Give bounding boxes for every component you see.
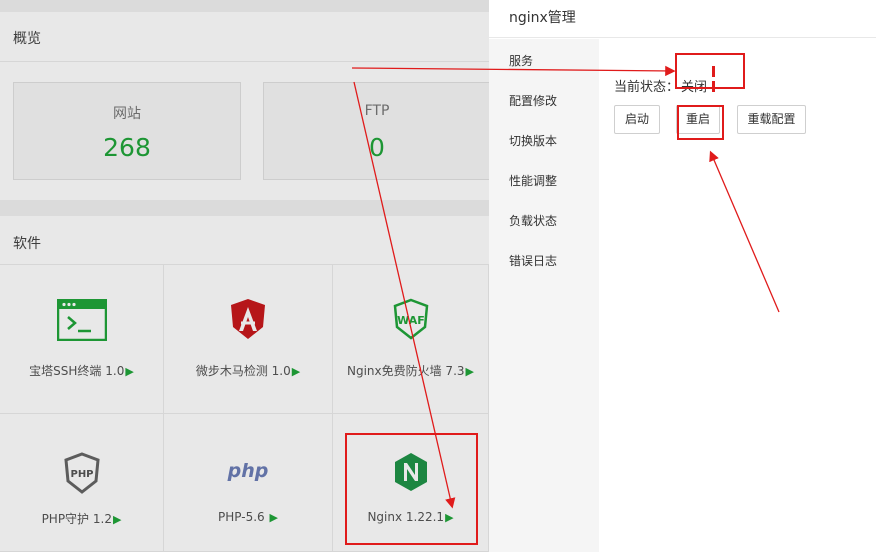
nav-item-load-status[interactable]: 负载状态 bbox=[509, 212, 557, 229]
nav-item-version[interactable]: 切换版本 bbox=[509, 132, 557, 149]
nav-item-config[interactable]: 配置修改 bbox=[509, 92, 557, 109]
restart-button[interactable]: 重启 bbox=[676, 105, 720, 134]
status-label: 当前状态： bbox=[614, 80, 680, 95]
status-value: 关闭 bbox=[681, 80, 708, 95]
service-status: 当前状态： 关闭 bbox=[614, 66, 721, 95]
nav-item-service[interactable]: 服务 bbox=[509, 52, 533, 69]
stopped-icon bbox=[712, 66, 721, 92]
drawer-title: nginx管理 bbox=[489, 0, 876, 38]
nav-item-performance[interactable]: 性能调整 bbox=[509, 172, 557, 189]
drawer-nav: 服务 配置修改 切换版本 性能调整 负载状态 错误日志 bbox=[489, 39, 599, 552]
reload-config-button[interactable]: 重载配置 bbox=[737, 105, 806, 134]
start-button[interactable]: 启动 bbox=[614, 105, 660, 134]
modal-backdrop[interactable] bbox=[0, 0, 489, 552]
nav-item-error-log[interactable]: 错误日志 bbox=[509, 252, 557, 269]
